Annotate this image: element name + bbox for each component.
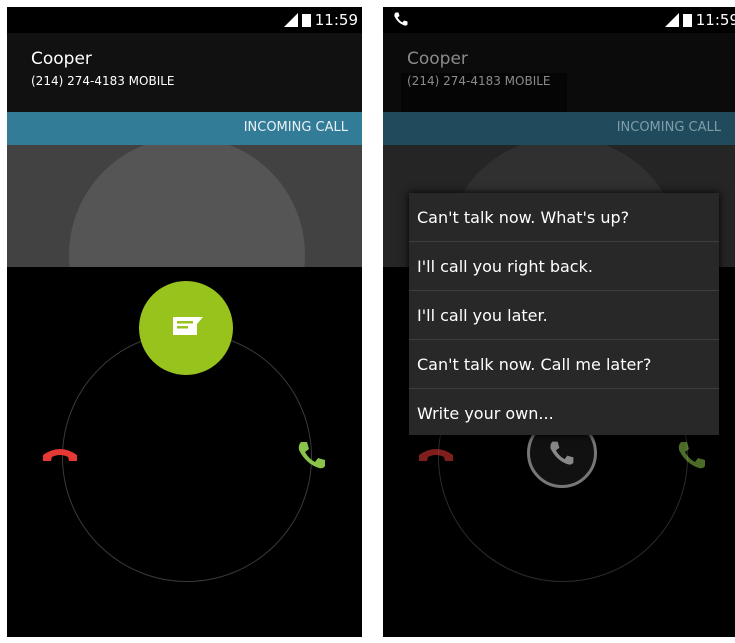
status-icons: 11:59 [664,10,735,30]
caller-info: Cooper (214) 274-4183 MOBILE [383,33,735,123]
status-bar: 11:59 [383,7,735,33]
phone-icon [394,12,408,26]
incoming-call-banner: INCOMING CALL [7,112,362,145]
message-icon [173,317,203,335]
caller-name: Cooper [31,49,92,69]
status-time: 11:59 [314,11,358,29]
incoming-call-screen: 11:59 Cooper (214) 274-4183 MOBILE INCOM… [7,7,362,637]
contact-photo-placeholder [69,145,305,267]
incoming-call-label: INCOMING CALL [616,120,721,135]
phone-icon [550,441,574,465]
decline-call-icon[interactable] [41,445,79,467]
decline-call-icon[interactable] [417,445,455,467]
status-bar: 11:59 [7,7,362,33]
caller-number: (214) 274-4183 MOBILE [31,74,175,88]
incoming-call-label: INCOMING CALL [243,120,348,135]
quick-response-item[interactable]: I'll call you later. [409,291,719,340]
quick-response-menu: Can't talk now. What's up? I'll call you… [409,193,719,435]
quick-response-item[interactable]: Can't talk now. Call me later? [409,340,719,389]
caller-name: Cooper [407,49,468,69]
signal-icon [283,13,298,27]
text-response-button[interactable] [139,281,233,375]
incoming-call-banner: INCOMING CALL [383,112,735,145]
caller-number: (214) 274-4183 MOBILE [407,74,551,88]
contact-photo-area [7,145,362,267]
write-your-own-item[interactable]: Write your own... [409,389,719,437]
status-icons: 11:59 [283,10,358,30]
signal-icon [664,13,679,27]
quick-response-item[interactable]: Can't talk now. What's up? [409,193,719,242]
quick-response-item[interactable]: I'll call you right back. [409,242,719,291]
caller-info: Cooper (214) 274-4183 MOBILE [7,33,362,113]
battery-icon [682,14,692,27]
status-time: 11:59 [695,11,735,29]
quick-response-screen: 11:59 Cooper (214) 274-4183 MOBILE INCOM… [383,7,735,637]
answer-call-icon[interactable] [296,439,328,471]
battery-icon [301,14,311,27]
answer-call-icon[interactable] [676,439,708,471]
